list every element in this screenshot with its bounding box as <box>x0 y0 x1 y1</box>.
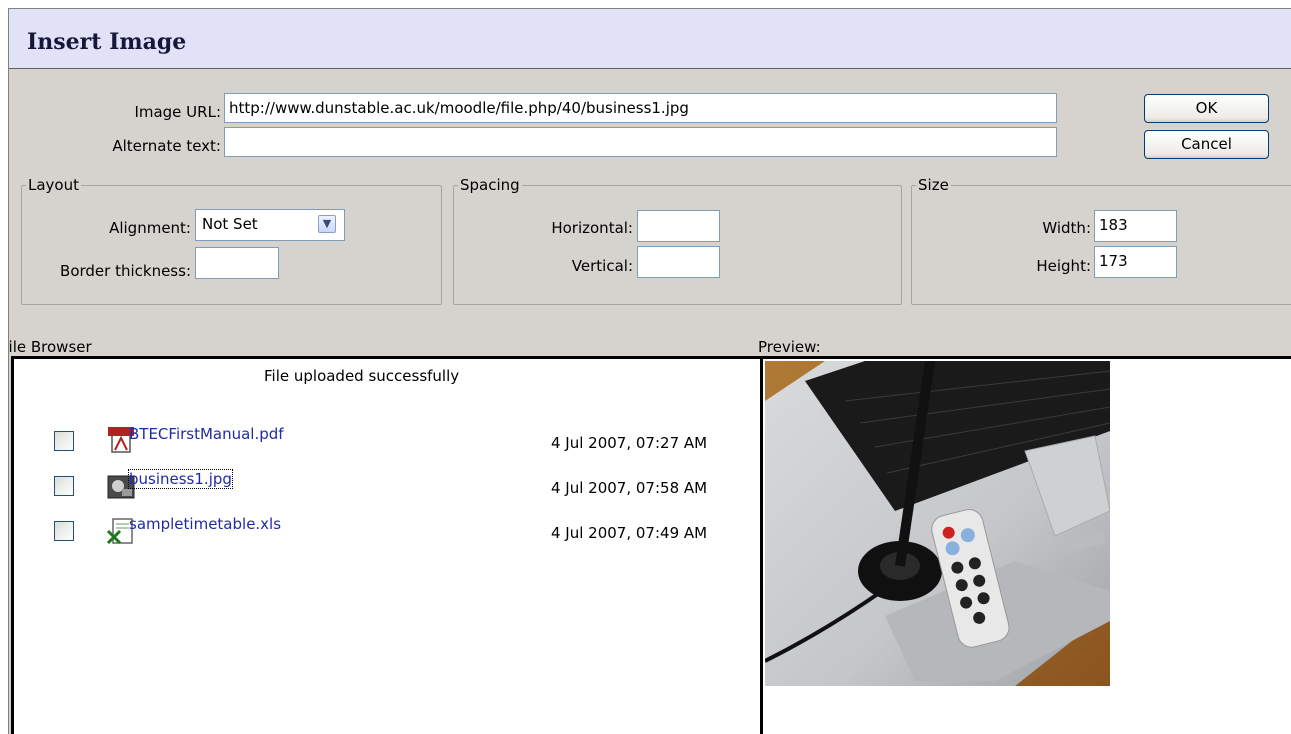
file-name-link[interactable]: BTECFirstManual.pdf <box>129 425 284 443</box>
file-browser-panel: File uploaded successfully BTECFirstManu… <box>11 356 763 734</box>
preview-image <box>765 361 1110 686</box>
horizontal-label: Horizontal: <box>551 219 633 237</box>
upload-status-message: File uploaded successfully <box>264 367 460 385</box>
size-legend: Size <box>918 176 949 194</box>
file-name-link[interactable]: sampletimetable.xls <box>129 515 281 533</box>
file-checkbox[interactable] <box>54 431 74 451</box>
ok-button[interactable]: OK <box>1144 94 1269 123</box>
file-date: 4 Jul 2007, 07:58 AM <box>551 479 708 497</box>
alignment-select[interactable]: Not Set ▼ <box>195 209 345 241</box>
chevron-down-icon[interactable]: ▼ <box>318 215 336 233</box>
height-label: Height: <box>1036 257 1091 275</box>
file-name-link[interactable]: business1.jpg <box>128 469 233 489</box>
vertical-label: Vertical: <box>571 257 633 275</box>
border-thickness-input[interactable] <box>195 247 279 279</box>
vertical-spacing-input[interactable] <box>637 246 720 278</box>
border-thickness-label: Border thickness: <box>60 262 191 280</box>
alternate-text-input[interactable] <box>224 127 1057 157</box>
alignment-label: Alignment: <box>109 219 191 237</box>
cancel-button[interactable]: Cancel <box>1144 130 1269 159</box>
horizontal-spacing-input[interactable] <box>637 210 720 242</box>
alternate-text-label: Alternate text: <box>112 137 221 155</box>
image-url-input[interactable]: http://www.dunstable.ac.uk/moodle/file.p… <box>224 93 1057 123</box>
preview-label: Preview: <box>758 338 821 356</box>
alignment-value: Not Set <box>202 215 258 233</box>
dialog-title: Insert Image <box>27 29 187 55</box>
layout-legend: Layout <box>28 176 79 194</box>
height-input[interactable]: 173 <box>1094 246 1177 278</box>
preview-panel <box>760 356 1291 734</box>
file-checkbox[interactable] <box>54 521 74 541</box>
file-browser-label: File Browser <box>8 338 92 356</box>
insert-image-dialog: Insert Image Image URL: http://www.dunst… <box>8 8 1291 734</box>
file-checkbox[interactable] <box>54 476 74 496</box>
width-label: Width: <box>1042 219 1091 237</box>
file-date: 4 Jul 2007, 07:49 AM <box>551 524 708 542</box>
dialog-title-bar: Insert Image <box>9 9 1291 69</box>
image-url-label: Image URL: <box>134 103 221 121</box>
spacing-legend: Spacing <box>460 176 520 194</box>
width-input[interactable]: 183 <box>1094 210 1177 242</box>
file-date: 4 Jul 2007, 07:27 AM <box>551 434 708 452</box>
